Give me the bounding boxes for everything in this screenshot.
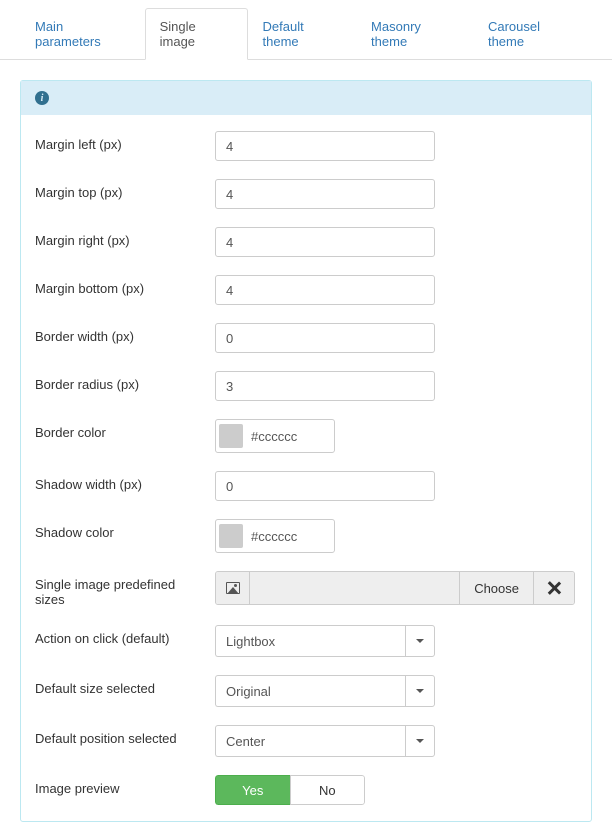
default-position-select[interactable]: Center: [215, 725, 435, 757]
margin-top-label: Margin top (px): [35, 179, 215, 200]
tab-single-image[interactable]: Single image: [145, 8, 248, 60]
tab-default-theme[interactable]: Default theme: [248, 8, 357, 60]
shadow-color-input[interactable]: #cccccc: [215, 519, 335, 553]
border-width-label: Border width (px): [35, 323, 215, 344]
chevron-down-icon: [405, 625, 435, 657]
info-bar: i: [21, 81, 591, 115]
close-icon: [547, 581, 561, 595]
settings-form: Margin left (px) Margin top (px) Margin …: [21, 115, 591, 821]
tab-masonry-theme[interactable]: Masonry theme: [356, 8, 473, 60]
predefined-sizes-picker: Choose: [215, 571, 575, 605]
border-radius-label: Border radius (px): [35, 371, 215, 392]
info-icon: i: [35, 91, 49, 105]
default-size-select[interactable]: Original: [215, 675, 435, 707]
shadow-color-label: Shadow color: [35, 519, 215, 540]
default-size-label: Default size selected: [35, 675, 215, 696]
border-radius-input[interactable]: [215, 371, 435, 401]
tab-carousel-theme[interactable]: Carousel theme: [473, 8, 592, 60]
default-position-value: Center: [215, 725, 405, 757]
clear-button[interactable]: [534, 572, 574, 604]
border-color-input[interactable]: #cccccc: [215, 419, 335, 453]
margin-bottom-label: Margin bottom (px): [35, 275, 215, 296]
tabs-bar: Main parameters Single image Default the…: [0, 8, 612, 60]
margin-left-label: Margin left (px): [35, 131, 215, 152]
margin-top-input[interactable]: [215, 179, 435, 209]
image-icon: [216, 572, 250, 604]
shadow-color-swatch: [219, 524, 243, 548]
default-size-value: Original: [215, 675, 405, 707]
predefined-sizes-value: [250, 572, 460, 604]
border-width-input[interactable]: [215, 323, 435, 353]
default-position-label: Default position selected: [35, 725, 215, 746]
chevron-down-icon: [405, 675, 435, 707]
settings-panel: i Margin left (px) Margin top (px) Margi…: [20, 80, 592, 822]
shadow-color-value: #cccccc: [251, 529, 297, 544]
border-color-label: Border color: [35, 419, 215, 440]
shadow-width-label: Shadow width (px): [35, 471, 215, 492]
image-preview-label: Image preview: [35, 775, 215, 796]
action-on-click-label: Action on click (default): [35, 625, 215, 646]
shadow-width-input[interactable]: [215, 471, 435, 501]
margin-right-input[interactable]: [215, 227, 435, 257]
predefined-sizes-label: Single image predefined sizes: [35, 571, 215, 607]
chevron-down-icon: [405, 725, 435, 757]
border-color-swatch: [219, 424, 243, 448]
margin-bottom-input[interactable]: [215, 275, 435, 305]
action-on-click-select[interactable]: Lightbox: [215, 625, 435, 657]
tab-main-parameters[interactable]: Main parameters: [20, 8, 145, 60]
border-color-value: #cccccc: [251, 429, 297, 444]
action-on-click-value: Lightbox: [215, 625, 405, 657]
margin-right-label: Margin right (px): [35, 227, 215, 248]
choose-button[interactable]: Choose: [460, 572, 534, 604]
margin-left-input[interactable]: [215, 131, 435, 161]
